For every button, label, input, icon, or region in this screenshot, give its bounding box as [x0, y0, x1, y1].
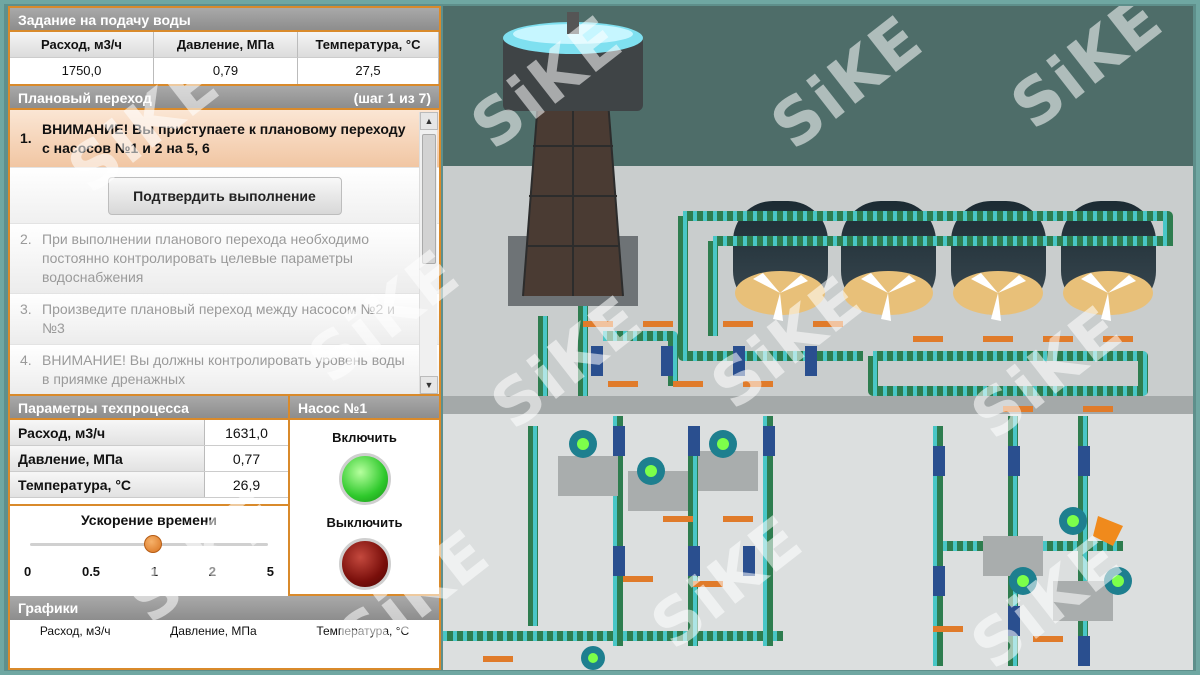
- speed-ticks: 0 0.5 1 2 5: [24, 564, 274, 579]
- steps-list: 1. ВНИМАНИЕ! Вы приступаете к плановому …: [10, 110, 439, 396]
- param-row-pressure: Давление, МПа 0,77: [10, 446, 288, 472]
- plant-scene-graphic: [443, 6, 1193, 670]
- target-title: Задание на подачу воды: [18, 12, 191, 28]
- param-value: 1631,0: [204, 420, 288, 445]
- tick-label: 0: [24, 564, 32, 579]
- plan-title: Плановый переход: [18, 90, 152, 106]
- target-col-pressure: Давление, МПа: [154, 32, 298, 58]
- scroll-up-icon[interactable]: ▲: [420, 112, 438, 130]
- pump-panel: Насос №1 Включить Выключить: [290, 396, 439, 594]
- param-row-flow: Расход, м3/ч 1631,0: [10, 420, 288, 446]
- tick-label: 5: [266, 564, 274, 579]
- legend-flow: Расход, м3/ч: [39, 624, 111, 638]
- step-text: Произведите плановый переход между насос…: [42, 301, 395, 336]
- tick-label: 2: [208, 564, 216, 579]
- pump-title: Насос №1: [298, 400, 368, 416]
- steps-scrollbar[interactable]: ▲ ▼: [419, 112, 438, 394]
- step-item-1: 1. ВНИМАНИЕ! Вы приступаете к плановому …: [10, 110, 439, 168]
- scroll-down-icon[interactable]: ▼: [420, 376, 438, 394]
- target-col-temperature: Температура, °С: [298, 32, 439, 58]
- step-number: 3.: [20, 301, 32, 317]
- target-table: Расход, м3/ч Давление, МПа Температура, …: [10, 32, 439, 86]
- step-number: 4.: [20, 352, 32, 368]
- pump-off-label: Выключить: [326, 515, 403, 530]
- pump-on-label: Включить: [332, 430, 397, 445]
- step-text: ВНИМАНИЕ! Вы приступаете к плановому пер…: [42, 120, 406, 156]
- slider-knob[interactable]: [144, 535, 162, 553]
- pump-off-button[interactable]: [338, 538, 391, 590]
- target-header: Задание на подачу воды: [10, 8, 439, 32]
- param-label: Давление, МПа: [18, 451, 123, 467]
- wall-ledge: [443, 396, 1193, 414]
- charts-title: Графики: [18, 600, 79, 616]
- tick-label: 0.5: [81, 564, 101, 579]
- legend-pressure: Давление, МПа: [170, 624, 257, 638]
- param-label: Расход, м3/ч: [18, 425, 106, 441]
- step-text: ВНИМАНИЕ! Вы должны контролировать урове…: [42, 352, 405, 387]
- time-acceleration: Ускорение времени 0 0.5 1 2 5: [10, 504, 288, 596]
- lower-section: Параметры техпроцесса Расход, м3/ч 1631,…: [10, 396, 439, 596]
- pump-on-button[interactable]: [338, 453, 391, 505]
- plant-scene: SiKE SiKE SiKE SiKE SiKE SiKE SiKE SiKE: [443, 6, 1193, 670]
- target-flow-value: 1750,0: [10, 58, 154, 84]
- charts-header: Графики: [10, 596, 439, 620]
- step-item-3[interactable]: 3. Произведите плановый переход между на…: [10, 294, 439, 345]
- tick-label: 1: [150, 564, 159, 579]
- confirm-button[interactable]: Подтвердить выполнение: [107, 176, 342, 215]
- target-pressure-value: 0,79: [154, 58, 298, 84]
- param-value: 26,9: [204, 472, 288, 497]
- process-header: Параметры техпроцесса: [10, 396, 288, 420]
- target-col-flow: Расход, м3/ч: [10, 32, 154, 58]
- process-title: Параметры техпроцесса: [18, 400, 189, 416]
- charts-legend: Расход, м3/ч Давление, МПа Температура, …: [10, 620, 439, 638]
- legend-temperature: Температура, °С: [316, 624, 410, 638]
- step-item-4[interactable]: 4. ВНИМАНИЕ! Вы должны контролировать ур…: [10, 345, 439, 394]
- step-number: 2.: [20, 231, 32, 247]
- param-value: 0,77: [204, 446, 288, 471]
- step-item-2[interactable]: 2. При выполнении планового перехода нео…: [10, 224, 439, 294]
- control-panel: Задание на подачу воды Расход, м3/ч Давл…: [8, 6, 441, 670]
- pump-header: Насос №1: [290, 396, 439, 420]
- scroll-thumb[interactable]: [422, 134, 436, 264]
- param-row-temperature: Температура, °С 26,9: [10, 472, 288, 498]
- target-temperature-value: 27,5: [298, 58, 439, 84]
- step-number: 1.: [20, 130, 32, 146]
- charts-section: Графики Расход, м3/ч Давление, МПа Темпе…: [10, 596, 439, 638]
- param-label: Температура, °С: [18, 477, 132, 493]
- process-params: Параметры техпроцесса Расход, м3/ч 1631,…: [10, 396, 290, 596]
- step-counter: (шаг 1 из 7): [353, 90, 431, 106]
- confirm-area: Подтвердить выполнение: [10, 168, 439, 224]
- plan-header: Плановый переход (шаг 1 из 7): [10, 86, 439, 110]
- step-text: При выполнении планового перехода необхо…: [42, 231, 370, 285]
- speed-slider[interactable]: [30, 534, 268, 554]
- speed-title: Ускорение времени: [80, 512, 218, 528]
